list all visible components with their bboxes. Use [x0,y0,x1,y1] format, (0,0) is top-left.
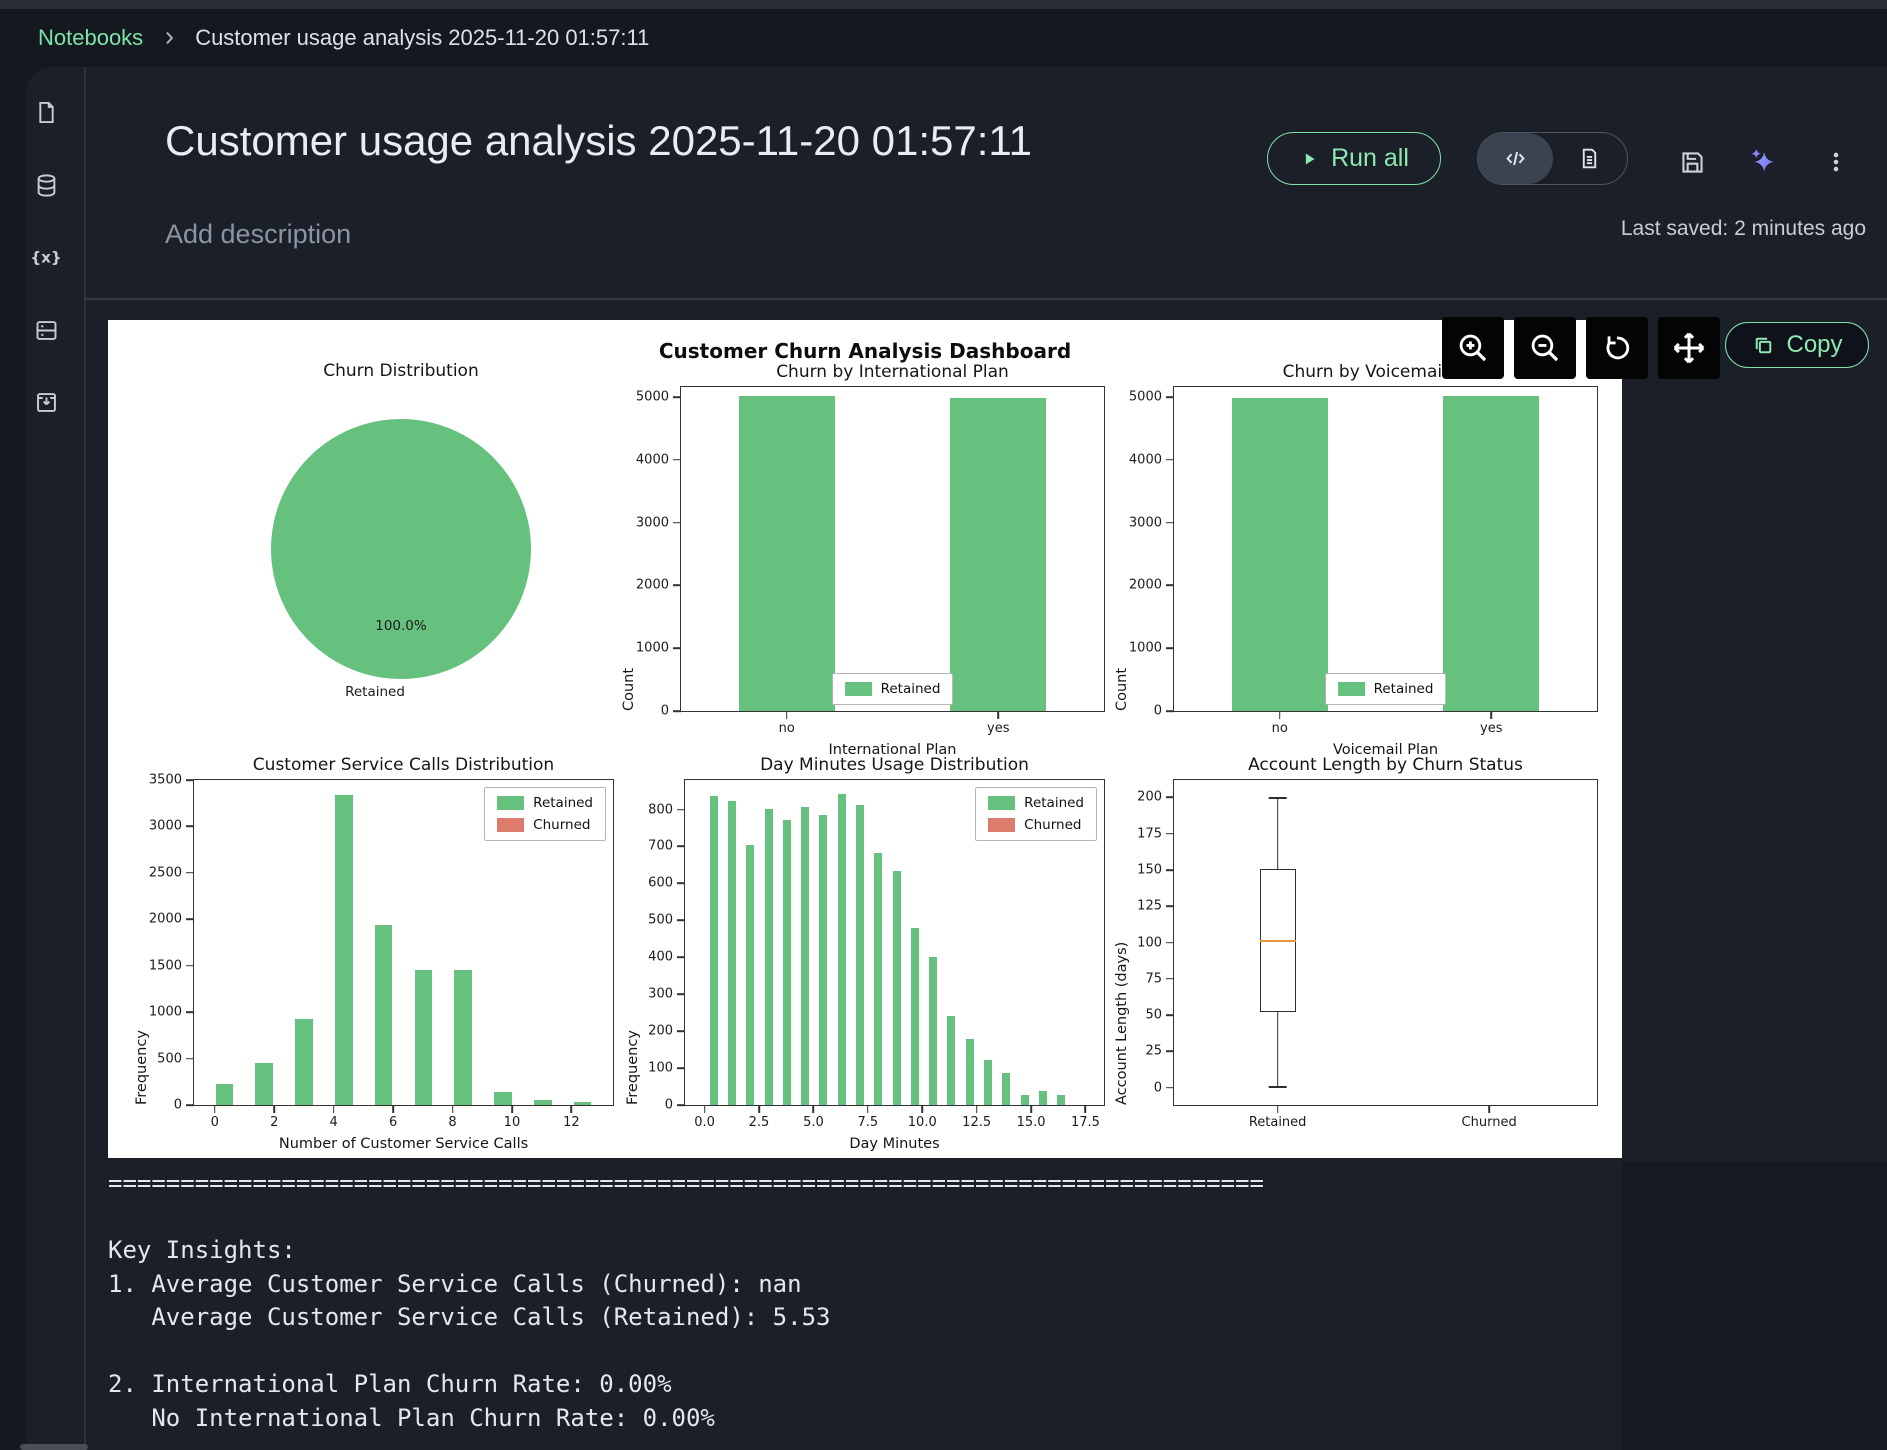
import-box-icon [33,389,60,416]
reset-view-button[interactable] [1586,317,1648,379]
zoom-in-icon [1456,331,1490,365]
copy-button[interactable]: Copy [1725,322,1869,368]
panel-lower-right-background [1622,1161,1887,1450]
svg-text:{x}: {x} [32,248,60,266]
notebook-title[interactable]: Customer usage analysis 2025-11-20 01:57… [165,117,1032,165]
sidebar-item-import[interactable] [30,386,62,418]
move-icon [1671,330,1707,366]
kebab-menu-icon [1823,149,1849,175]
figure-title: Customer Churn Analysis Dashboard [108,339,1622,363]
code-icon [1502,145,1529,172]
sidebar-divider [84,67,86,1450]
header-divider [85,298,1887,300]
database-icon [33,172,60,199]
sidebar-item-files[interactable] [30,96,62,128]
play-icon [1299,149,1319,169]
document-view-toggle[interactable] [1553,133,1628,184]
horizontal-scrollbar[interactable] [20,1444,88,1450]
save-button[interactable] [1675,145,1709,179]
last-saved-status: Last saved: 2 minutes ago [1621,217,1866,241]
copy-label: Copy [1786,331,1842,359]
document-icon [1577,146,1602,171]
copy-icon [1751,333,1776,358]
bar-chart-international-plan: Churn by International PlanCountInternat… [680,386,1105,712]
pan-button[interactable] [1658,317,1720,379]
code-view-toggle[interactable] [1478,133,1553,184]
sparkle-icon [1747,146,1780,179]
window-top-strip [0,0,1887,9]
add-description-button[interactable]: Add description [165,219,351,250]
zoom-out-icon [1528,331,1562,365]
save-icon [1678,148,1707,177]
breadcrumb-current-page: Customer usage analysis 2025-11-20 01:57… [195,25,649,51]
ai-assistant-button[interactable] [1746,145,1780,179]
run-all-label: Run all [1331,144,1409,173]
zoom-in-button[interactable] [1442,317,1504,379]
zoom-out-button[interactable] [1514,317,1576,379]
notebook-panel: {x} Customer usage analysis 2025-11-20 0… [26,67,1887,1450]
chevron-right-icon [159,28,179,48]
more-options-button[interactable] [1819,145,1853,179]
breadcrumb: Notebooks Customer usage analysis 2025-1… [0,9,1887,67]
storage-icon [33,317,60,344]
bar-chart-voicemail-plan: Churn by Voicemail PlanCountVoicemail Pl… [1173,386,1598,712]
file-icon [33,99,60,126]
sidebar-item-variables[interactable]: {x} [30,241,62,273]
histogram-service-calls: Customer Service Calls DistributionFrequ… [193,779,614,1106]
boxplot-account-length: Account Length by Churn StatusAccount Le… [1173,779,1598,1106]
variables-icon: {x} [32,243,60,271]
breadcrumb-notebooks-link[interactable]: Notebooks [38,25,143,51]
console-output: ========================================… [108,1167,1264,1435]
output-figure: Customer Churn Analysis Dashboard Churn … [108,320,1622,1158]
view-toggle [1477,132,1628,185]
run-all-button[interactable]: Run all [1267,132,1441,185]
histogram-day-minutes: Day Minutes Usage DistributionFrequencyD… [684,779,1105,1106]
sidebar-item-data[interactable] [30,169,62,201]
pie-chart-churn-distribution: Churn Distribution100.0%Retained [249,386,553,712]
sidebar-item-storage[interactable] [30,314,62,346]
rotate-ccw-icon [1600,331,1634,365]
